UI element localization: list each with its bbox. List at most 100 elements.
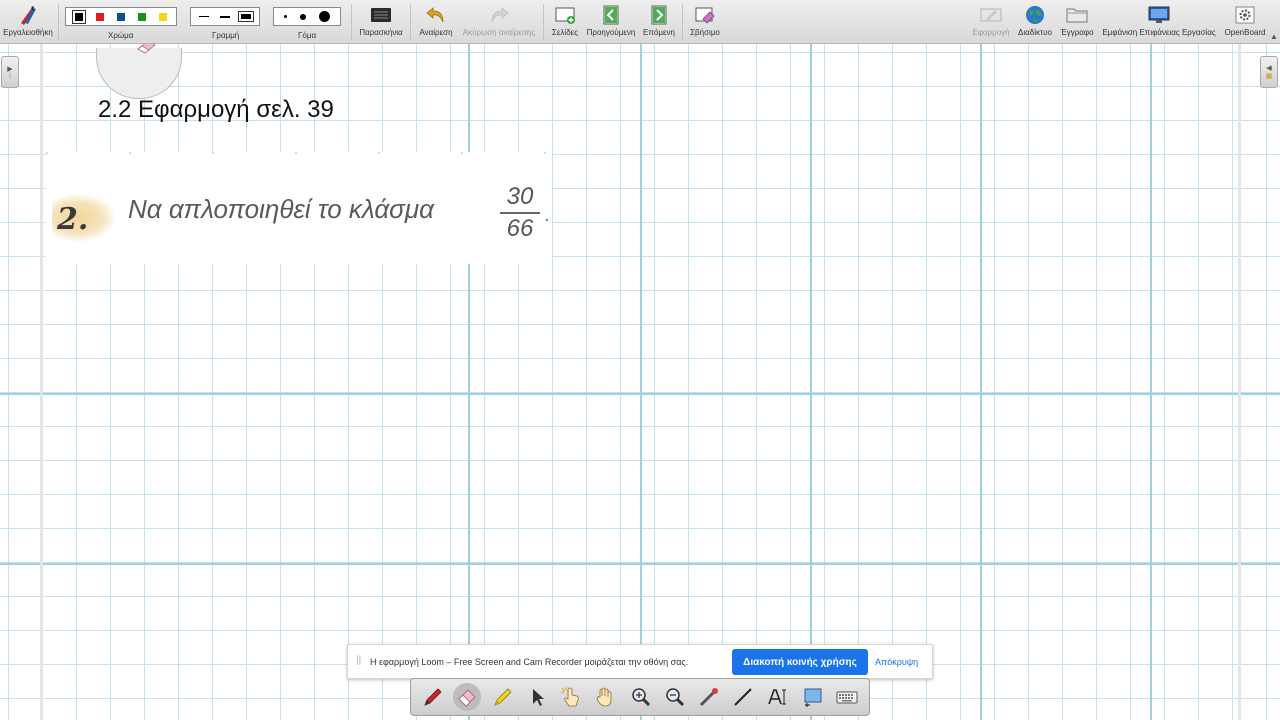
fraction-bar <box>500 212 540 214</box>
right-pages-tab[interactable]: ◀ ▦ <box>1260 56 1278 88</box>
redo-button[interactable]: Ακύρωση αναίρεσης <box>460 2 538 42</box>
collapse-toolbar-icon[interactable]: ▲ <box>1270 32 1278 41</box>
toolbar-separator <box>410 4 411 40</box>
application-icon <box>980 2 1002 28</box>
document-label: Έγγραφο <box>1060 28 1094 37</box>
library-handle-icon: ⁞ <box>9 72 11 80</box>
openboard-menu-button[interactable]: OpenBoard <box>1222 2 1268 42</box>
pen-tool-button[interactable] <box>419 683 447 711</box>
whiteboard-canvas[interactable]: ▶ ⁞ ◀ ▦ 2.2 Εφαρμογή σελ. 39 2. Να απλοπ… <box>0 44 1280 720</box>
color-swatch-black[interactable] <box>72 9 87 24</box>
exercise-trailing-dot: . <box>544 204 550 226</box>
desktop-icon <box>1148 2 1170 28</box>
line-medium-option[interactable] <box>219 15 230 18</box>
add-page-icon <box>554 2 576 28</box>
toolbar-separator <box>58 4 59 40</box>
background-button[interactable]: Παρασκήνια <box>356 2 406 42</box>
show-desktop-button[interactable]: Εμφάνιση Επιφάνειας Εργασίας <box>1100 2 1218 42</box>
selector-tool-button[interactable] <box>523 683 551 711</box>
interact-tool-button[interactable] <box>557 683 585 711</box>
image-ruler-top <box>46 152 552 154</box>
pen-icon <box>424 688 442 706</box>
application-label: Εφαρμογή <box>972 28 1010 37</box>
undo-icon <box>425 2 447 28</box>
color-swatch-green[interactable] <box>137 12 146 21</box>
openboard-label: OpenBoard <box>1224 28 1266 37</box>
grid-major-line <box>1150 44 1152 720</box>
next-page-button[interactable]: Επόμενη <box>641 2 677 42</box>
line-width-group <box>190 7 260 26</box>
next-page-icon <box>649 2 669 28</box>
show-desktop-label: Εμφάνιση Επιφάνειας Εργασίας <box>1102 28 1216 37</box>
line-tool-button[interactable] <box>729 683 757 711</box>
eraser-large-option[interactable] <box>319 11 331 22</box>
pages-button[interactable]: Σελίδες <box>549 2 581 42</box>
hand-icon <box>596 687 612 707</box>
line-thick-option[interactable] <box>237 11 254 22</box>
eraser-small-option[interactable] <box>283 15 287 18</box>
fraction-denominator: 66 <box>506 215 534 242</box>
eraser-cursor-icon <box>136 44 158 59</box>
previous-page-button[interactable]: Προηγούμενη <box>585 2 637 42</box>
toolbar-separator <box>682 4 683 40</box>
background-icon <box>370 2 392 28</box>
hand-tool-button[interactable] <box>591 683 619 711</box>
toolbox-icon <box>17 2 39 28</box>
undo-label: Αναίρεση <box>419 28 453 37</box>
stop-sharing-button[interactable]: Διακοπή κοινής χρήσης <box>732 649 868 675</box>
next-page-label: Επόμενη <box>643 28 675 37</box>
keyboard-icon <box>836 691 858 704</box>
text-icon <box>768 689 786 705</box>
document-button[interactable]: Έγγραφο <box>1058 2 1096 42</box>
expand-left-icon: ◀ <box>1266 65 1272 72</box>
marker-icon <box>494 688 512 706</box>
page-heading: 2.2 Εφαρμογή σελ. 39 <box>98 96 334 123</box>
marker-tool-button[interactable] <box>489 683 517 711</box>
erase-all-button[interactable]: Σβήσιμο <box>688 2 722 42</box>
line-thin-option[interactable] <box>199 16 210 17</box>
zoom-out-icon <box>666 688 685 707</box>
previous-page-icon <box>601 2 621 28</box>
globe-icon <box>1024 2 1046 28</box>
web-button[interactable]: Διαδίκτυο <box>1015 2 1055 42</box>
toolbar-separator <box>543 4 544 40</box>
eraser-size-label: Γόμα <box>298 31 317 40</box>
eraser-icon <box>458 689 476 707</box>
page-margin-right <box>1238 44 1241 720</box>
grid-major-line <box>0 563 1280 565</box>
exercise-number: 2. <box>57 202 89 237</box>
grid-major-line <box>640 44 642 720</box>
toolbox-button[interactable]: Εργαλειοθήκη <box>2 2 54 42</box>
hide-banner-link[interactable]: Απόκρυψη <box>875 657 918 667</box>
toolbar-separator <box>351 4 352 40</box>
web-label: Διαδίκτυο <box>1018 28 1052 37</box>
screen-share-message: Η εφαρμογή Loom – Free Screen and Cam Re… <box>370 657 689 667</box>
laser-pointer-tool-button[interactable] <box>695 683 723 711</box>
text-tool-button[interactable] <box>763 683 791 711</box>
color-swatch-yellow[interactable] <box>158 12 167 21</box>
screen-share-banner: || Η εφαρμογή Loom – Free Screen and Cam… <box>347 644 933 679</box>
color-swatch-red[interactable] <box>96 12 105 21</box>
grid-major-line <box>468 44 470 720</box>
application-mode-button[interactable]: Εφαρμογή <box>970 2 1012 42</box>
keyboard-tool-button[interactable] <box>833 683 861 711</box>
exercise-text: Να απλοποιηθεί το κλάσμα <box>128 194 434 224</box>
zoom-out-tool-button[interactable] <box>661 683 689 711</box>
eraser-medium-option[interactable] <box>299 13 306 20</box>
pages-label: Σελίδες <box>551 28 579 37</box>
zoom-in-tool-button[interactable] <box>627 683 655 711</box>
eraser-size-group <box>273 7 341 26</box>
grid-major-line <box>980 44 982 720</box>
expand-right-icon: ▶ <box>7 65 13 73</box>
grid-major-line <box>810 44 812 720</box>
erase-page-icon <box>694 2 716 28</box>
eraser-tool-button[interactable] <box>453 683 481 711</box>
color-swatch-blue[interactable] <box>116 12 125 21</box>
capture-tool-button[interactable] <box>799 683 827 711</box>
drag-handle-icon[interactable]: || <box>356 655 361 666</box>
previous-page-label: Προηγούμενη <box>586 28 636 37</box>
undo-button[interactable]: Αναίρεση <box>416 2 456 42</box>
folder-icon <box>1066 2 1088 28</box>
page-margin-left <box>40 44 43 720</box>
left-library-tab[interactable]: ▶ ⁞ <box>1 56 19 88</box>
